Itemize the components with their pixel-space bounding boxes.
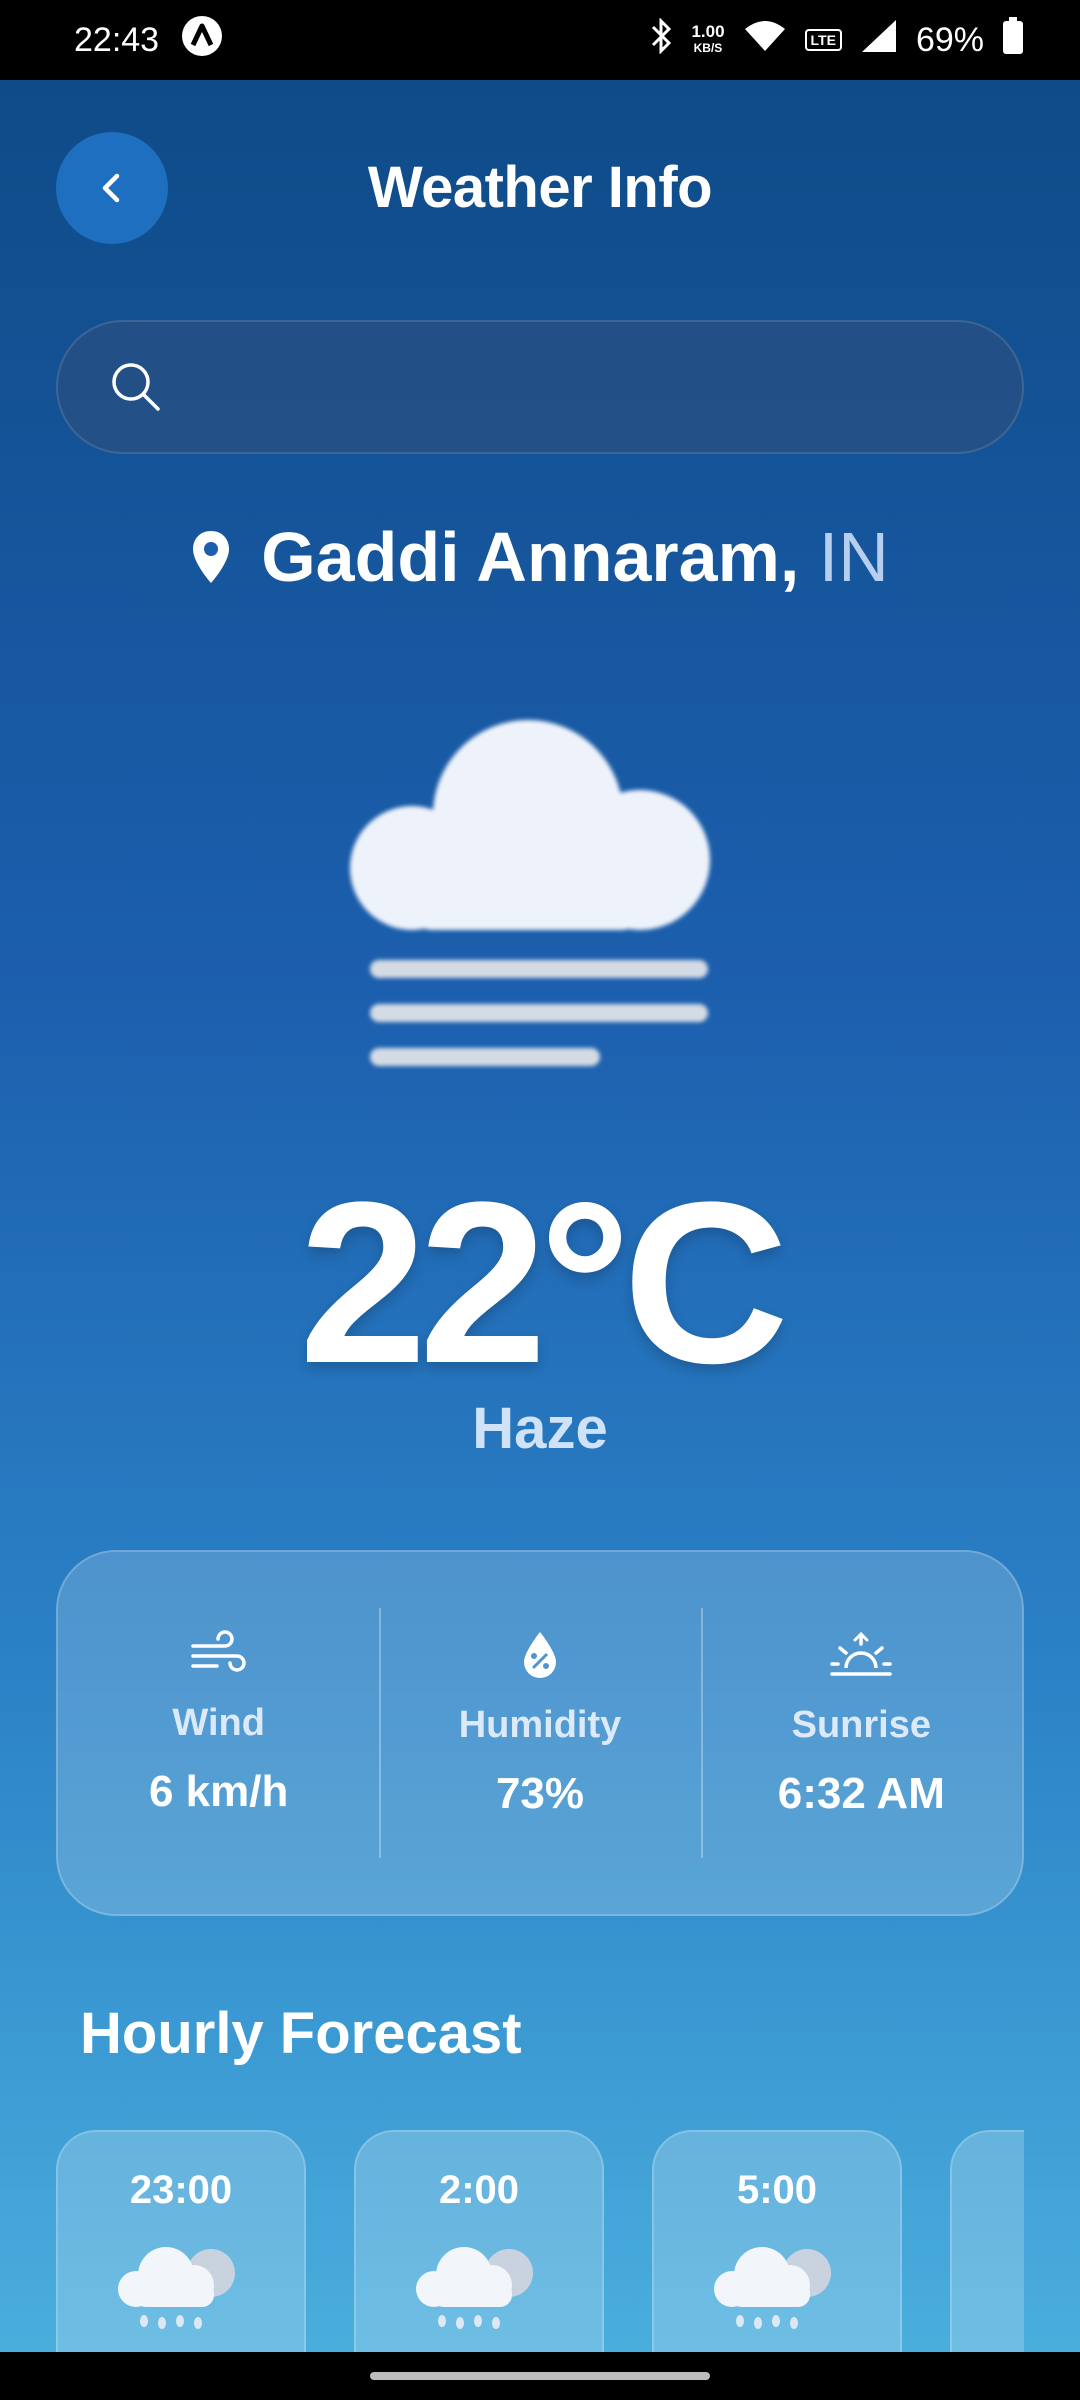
location-city: Gaddi Annaram, (261, 518, 800, 596)
status-bar: 22:43 1.00 KB/S LTE 69% (0, 0, 1080, 80)
wifi-icon (743, 19, 787, 62)
temperature: 22°C (299, 1154, 789, 1411)
page-title: Weather Info (367, 155, 713, 220)
weather-app: Weather Info Gaddi Annaram, IN 22°C Haze… (0, 80, 1080, 2352)
status-right: 1.00 KB/S LTE 69% (649, 16, 1024, 64)
rain-cloud-icon (714, 2247, 831, 2329)
hour-time: 2:00 (438, 2168, 520, 2212)
bluetooth-icon (649, 16, 673, 63)
header: Weather Info (0, 132, 1080, 244)
rain-cloud-icon (118, 2247, 235, 2329)
hourly-forecast-title: Hourly Forecast (80, 2001, 522, 2066)
stat-value: 73% (495, 1769, 585, 1818)
condition: Haze (472, 1396, 608, 1461)
location-text: Gaddi Annaram, IN (261, 517, 889, 597)
hourly-forecast-list[interactable]: 23:00 2:00 5:00 (56, 2130, 1024, 2352)
home-gesture-handle[interactable] (370, 2372, 710, 2380)
hour-time: 23:00 (129, 2168, 233, 2212)
stat-wind: Wind 6 km/h (58, 1552, 379, 1914)
stat-value: 6 km/h (148, 1767, 289, 1816)
hourly-card[interactable]: 2:00 (354, 2130, 604, 2352)
network-speed: 1.00 KB/S (691, 22, 725, 55)
battery-percent: 69% (915, 20, 984, 59)
rain-cloud-icon (416, 2247, 533, 2329)
signal-icon (860, 18, 898, 63)
stats-card: Wind 6 km/h Humidity 73% Sunrise 6:32 AM (56, 1550, 1024, 1916)
stat-label: Sunrise (791, 1704, 932, 1746)
stat-label: Wind (172, 1702, 265, 1744)
location-pin-icon (193, 531, 230, 583)
navigation-bar (0, 2352, 1080, 2400)
status-left: 22:43 (74, 15, 223, 66)
search-bar[interactable] (56, 320, 1024, 454)
lte-icon: LTE (804, 29, 842, 51)
location: Gaddi Annaram, IN (0, 512, 1080, 602)
stat-label: Humidity (458, 1704, 622, 1746)
sunrise-icon (830, 1631, 893, 1676)
stat-value: 6:32 AM (777, 1769, 945, 1818)
app-icon (181, 15, 223, 66)
search-icon (112, 363, 160, 411)
location-country: IN (818, 518, 889, 596)
battery-icon (1002, 16, 1024, 64)
wind-icon (190, 1630, 246, 1672)
status-time: 22:43 (74, 20, 160, 59)
stat-sunrise: Sunrise 6:32 AM (700, 1552, 1022, 1914)
search-input[interactable] (188, 322, 1022, 452)
hourly-card[interactable] (950, 2130, 1024, 2352)
haze-cloud-icon (350, 720, 710, 1066)
hour-time: 5:00 (736, 2168, 818, 2212)
hourly-card[interactable]: 23:00 (56, 2130, 306, 2352)
rain-cloud-icon (1000, 2192, 1024, 2292)
humidity-icon (523, 1632, 556, 1678)
hourly-card[interactable]: 5:00 (652, 2130, 902, 2352)
stat-humidity: Humidity 73% (379, 1552, 700, 1914)
